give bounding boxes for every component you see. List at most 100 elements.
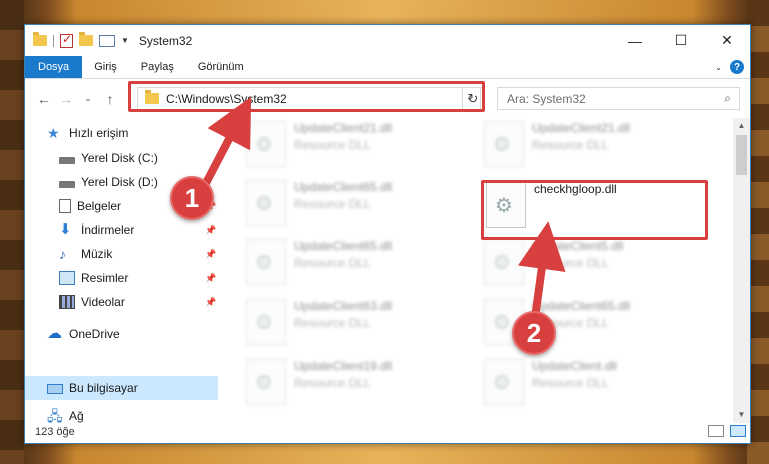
back-arrow-icon[interactable]: ←: [33, 91, 55, 107]
pin-icon[interactable]: 📌: [205, 225, 216, 236]
file-item[interactable]: UpdateClient21.dll Resource DLL: [484, 121, 704, 177]
window-title: System32: [138, 33, 193, 48]
sidebar-item-label: Bu bilgisayar: [69, 381, 138, 395]
file-type: Resource DLL: [294, 138, 371, 152]
search-placeholder: Ara: System32: [507, 91, 586, 106]
file-type: Resource DLL: [294, 256, 371, 270]
pictures-icon: [59, 271, 75, 285]
ribbon-tabs: Dosya Giriş Paylaş Görünüm ⌄ ?: [25, 56, 750, 79]
file-item[interactable]: UpdateClient65.dll Resource DLL: [246, 180, 466, 236]
file-name: UpdateClient19.dll: [294, 359, 393, 373]
dll-file-icon: [246, 239, 286, 285]
sidebar-item-label: OneDrive: [69, 327, 120, 341]
file-item[interactable]: UpdateClient.dll Resource DLL: [484, 359, 704, 415]
expand-ribbon-icon[interactable]: ⌄: [715, 63, 722, 72]
pin-icon[interactable]: 📌: [205, 297, 216, 308]
file-type: Resource DLL: [532, 138, 609, 152]
separator: [53, 34, 54, 47]
sidebar-item-videos[interactable]: Videolar: [59, 291, 125, 313]
sidebar-item-label: Hızlı erişim: [69, 126, 129, 140]
file-item[interactable]: UpdateClient19.dll Resource DLL: [246, 359, 466, 415]
file-item[interactable]: UpdateClient5.dll Resource DLL: [484, 239, 704, 295]
tab-paylas[interactable]: Paylaş: [129, 56, 186, 78]
view-buttons: [708, 425, 746, 437]
background-tree-left: [0, 0, 24, 464]
sidebar-item-this-pc[interactable]: Bu bilgisayar: [47, 377, 138, 399]
new-folder-icon[interactable]: [79, 32, 93, 46]
sidebar-item-local-disk-d[interactable]: Yerel Disk (D:): [59, 171, 158, 193]
file-name: UpdateClient21.dll: [532, 121, 631, 135]
file-type: Resource DLL: [294, 316, 371, 330]
file-name: UpdateClient21.dll: [294, 121, 393, 135]
vertical-scrollbar[interactable]: ▲ ▼: [733, 118, 750, 423]
large-icons-view-icon[interactable]: [730, 425, 746, 437]
dll-file-icon: [246, 121, 286, 167]
maximize-button[interactable]: ☐: [658, 25, 704, 56]
search-input[interactable]: Ara: System32 ⌕: [497, 87, 740, 110]
window-controls: — ☐ ✕: [612, 25, 750, 56]
file-item[interactable]: UpdateClient63.dll Resource DLL: [246, 299, 466, 355]
music-icon: ♪: [59, 246, 66, 262]
sidebar-item-label: Videolar: [81, 295, 125, 309]
sidebar-item-label: Müzik: [81, 247, 113, 261]
sidebar-item-downloads[interactable]: ⬇ İndirmeler: [59, 219, 134, 241]
sidebar-item-pictures[interactable]: Resimler: [59, 267, 128, 289]
sidebar-item-label: Yerel Disk (D:): [81, 175, 158, 189]
file-list: UpdateClient21.dll Resource DLL UpdateCli…: [218, 118, 735, 423]
quick-access-toolbar: ▼: [25, 32, 129, 48]
file-type: Resource DLL: [532, 376, 609, 390]
file-item[interactable]: UpdateClient21.dll Resource DLL: [246, 121, 466, 177]
navigation-pane: ★ Hızlı erişim Yerel Disk (C:) Yerel Dis…: [25, 118, 218, 423]
pin-icon[interactable]: 📌: [205, 249, 216, 260]
file-name: UpdateClient.dll: [532, 359, 617, 373]
status-bar: 123 öğe: [25, 421, 752, 443]
tab-gorunum[interactable]: Görünüm: [186, 56, 256, 78]
scroll-up-icon[interactable]: ▲: [733, 118, 750, 134]
computer-icon: [47, 384, 63, 394]
scroll-thumb[interactable]: [736, 135, 747, 175]
sidebar-item-local-disk-c[interactable]: Yerel Disk (C:): [59, 147, 158, 169]
sidebar-item-label: Yerel Disk (C:): [81, 151, 158, 165]
dll-file-icon: [484, 359, 524, 405]
disk-icon: [59, 156, 75, 164]
title-bar: ▼ System32 — ☐ ✕: [25, 25, 750, 56]
download-icon: ⬇: [59, 221, 72, 238]
sidebar-item-label: İndirmeler: [81, 223, 135, 237]
sidebar-item-label: Belgeler: [77, 199, 122, 213]
up-arrow-icon[interactable]: ↑: [99, 91, 121, 107]
sidebar-item-quick-access[interactable]: ★ Hızlı erişim: [47, 122, 128, 144]
tab-giris[interactable]: Giriş: [82, 56, 129, 78]
view-properties-icon[interactable]: [99, 34, 115, 47]
file-type: Resource DLL: [532, 256, 609, 270]
file-highlight-box: [481, 180, 708, 240]
sidebar-item-music[interactable]: ♪ Müzik: [59, 243, 112, 265]
ribbon-right: ⌄ ?: [715, 60, 744, 74]
document-icon: [59, 199, 71, 213]
sidebar-item-documents[interactable]: Belgeler: [59, 195, 121, 217]
file-name: UpdateClient5.dll: [532, 239, 624, 253]
file-name: UpdateClient65.dll: [532, 299, 631, 313]
sidebar-item-onedrive[interactable]: ☁ OneDrive: [47, 323, 120, 345]
tab-dosya[interactable]: Dosya: [25, 56, 83, 78]
close-button[interactable]: ✕: [704, 25, 750, 56]
file-name: UpdateClient63.dll: [294, 299, 393, 313]
help-icon[interactable]: ?: [730, 60, 744, 74]
chevron-down-icon[interactable]: ▼: [121, 36, 129, 45]
disk-icon: [59, 180, 75, 188]
search-icon[interactable]: ⌕: [724, 91, 731, 106]
dll-file-icon: [246, 359, 286, 405]
properties-check-icon[interactable]: [60, 32, 73, 48]
dll-file-icon: [246, 299, 286, 345]
file-type: Resource DLL: [294, 197, 371, 211]
details-view-icon[interactable]: [708, 425, 724, 437]
recent-locations-icon[interactable]: ⌄: [77, 93, 99, 104]
cloud-icon: ☁: [47, 325, 62, 342]
pin-icon[interactable]: 📌: [205, 273, 216, 284]
file-item[interactable]: UpdateClient65.dll Resource DLL: [246, 239, 466, 295]
forward-arrow-icon[interactable]: →: [55, 91, 77, 107]
callout-badge-2: 2: [512, 311, 556, 355]
sidebar-item-label: Resimler: [81, 271, 129, 285]
file-type: Resource DLL: [294, 376, 371, 390]
star-icon: ★: [47, 125, 60, 141]
minimize-button[interactable]: —: [612, 25, 658, 56]
